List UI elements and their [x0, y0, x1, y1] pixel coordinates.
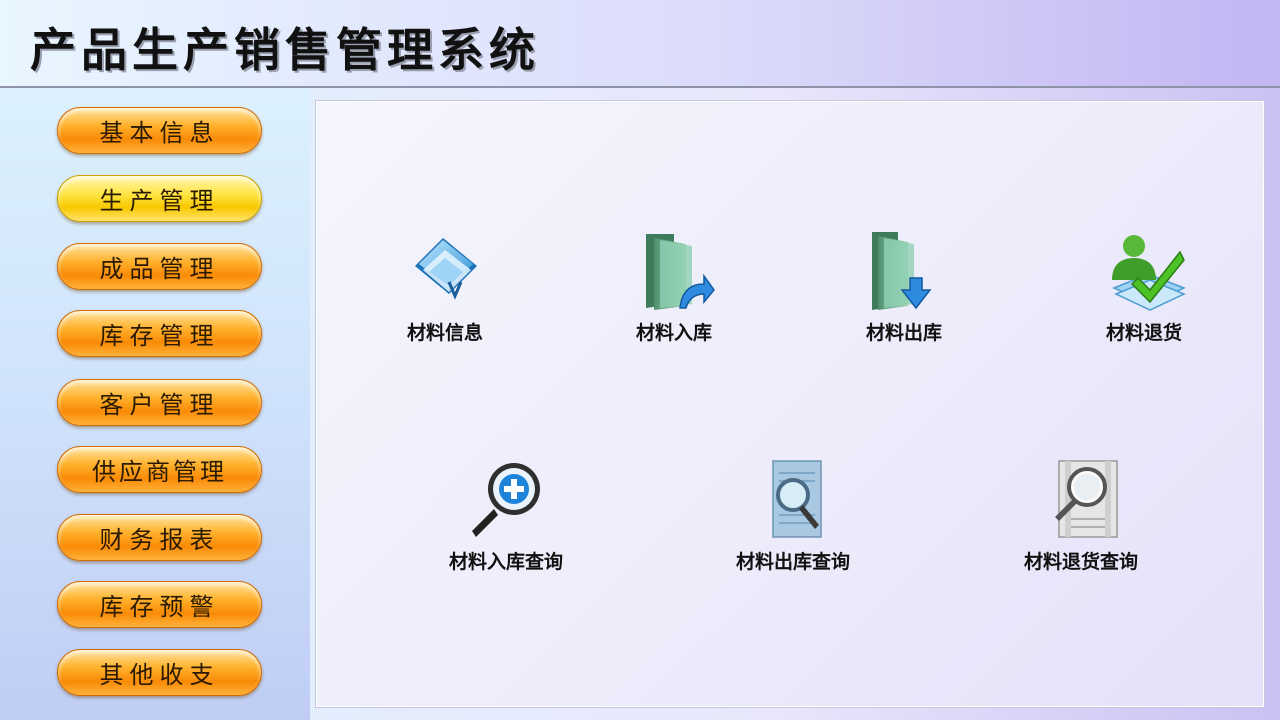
folder-in-icon — [646, 234, 715, 310]
nav-finance-report-button[interactable]: 财务报表 — [57, 514, 262, 561]
nav-label: 生产管理 — [99, 187, 220, 215]
nav-label: 其他收支 — [99, 661, 220, 689]
function-label: 材料出库 — [865, 322, 942, 344]
nav-supplier-button[interactable]: 供应商管理 — [57, 446, 262, 493]
folder-out-icon — [872, 232, 932, 310]
nav-customer-button[interactable]: 客户管理 — [57, 379, 262, 426]
nav-inventory-button[interactable]: 库存管理 — [57, 310, 262, 357]
material-info-button[interactable]: 材料信息 — [360, 230, 530, 360]
function-label: 材料信息 — [406, 322, 483, 344]
film-search-icon — [1055, 460, 1118, 538]
nav-label: 库存管理 — [99, 322, 220, 350]
nav-label: 成品管理 — [99, 255, 220, 283]
nav-label: 基本信息 — [99, 119, 220, 147]
title-bar: 产品生产销售管理系统 — [0, 0, 1280, 88]
nav-stock-warning-button[interactable]: 库存预警 — [57, 581, 262, 628]
function-label: 材料退货查询 — [1023, 551, 1138, 573]
material-inbound-button[interactable]: 材料入库 — [589, 230, 759, 360]
sidebar: 基本信息 生产管理 成品管理 库存管理 客户管理 供应商管理 财务报表 库存预警… — [0, 88, 310, 720]
user-check-icon — [1112, 235, 1186, 311]
material-outbound-button[interactable]: 材料出库 — [819, 230, 989, 360]
function-label: 材料出库查询 — [735, 551, 850, 573]
nav-basic-info-button[interactable]: 基本信息 — [57, 107, 262, 154]
material-return-query-button[interactable]: 材料退货查询 — [996, 459, 1166, 589]
material-outbound-query-button[interactable]: 材料出库查询 — [708, 459, 878, 589]
nav-label: 库存预警 — [99, 593, 220, 621]
function-label: 材料退货 — [1105, 322, 1182, 344]
nav-label: 财务报表 — [99, 526, 220, 554]
content-panel: 材料信息 材料入库 材料出库 材料退货 材料入库查询 材料出库查询 材料退货查询 — [316, 101, 1264, 707]
nav-production-button[interactable]: 生产管理 — [57, 175, 262, 222]
nav-label: 客户管理 — [99, 391, 220, 419]
document-search-icon — [772, 460, 822, 538]
material-return-button[interactable]: 材料退货 — [1059, 230, 1229, 360]
app-title: 产品生产销售管理系统 — [30, 23, 540, 77]
nav-label: 供应商管理 — [92, 458, 227, 486]
function-label: 材料入库 — [635, 322, 712, 344]
nav-other-income-expense-button[interactable]: 其他收支 — [57, 649, 262, 696]
documents-icon — [415, 238, 477, 300]
function-label: 材料入库查询 — [448, 551, 563, 573]
material-inbound-query-button[interactable]: 材料入库查询 — [421, 459, 591, 589]
magnifier-plus-icon — [472, 463, 540, 537]
nav-finished-goods-button[interactable]: 成品管理 — [57, 243, 262, 290]
